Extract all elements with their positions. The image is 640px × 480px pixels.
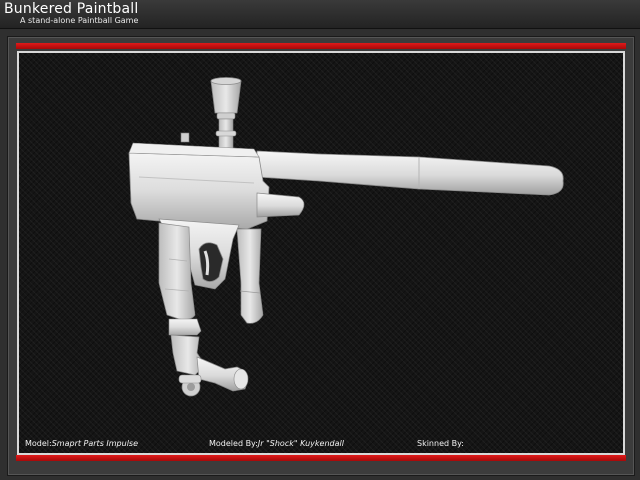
model-viewer-frame: Model:Smaprt Parts Impulse Modeled By:Jr… bbox=[7, 36, 635, 476]
modeled-by-credit: Modeled By:Jr "Shock" Kuykendall bbox=[209, 439, 344, 448]
barrel-part bbox=[256, 150, 564, 196]
model-viewport[interactable]: Model:Smaprt Parts Impulse Modeled By:Jr… bbox=[17, 51, 625, 455]
model-label: Model: bbox=[25, 439, 52, 448]
front-grip-part bbox=[236, 228, 264, 324]
modeled-by-label: Modeled By: bbox=[209, 439, 258, 448]
title-bar: Bunkered Paintball A stand-alone Paintba… bbox=[0, 0, 640, 29]
model-credits-bar: Model:Smaprt Parts Impulse Modeled By:Jr… bbox=[19, 437, 623, 451]
model-credit: Model:Smaprt Parts Impulse bbox=[25, 439, 138, 448]
grip-part bbox=[158, 222, 196, 320]
red-accent-bar-top bbox=[16, 43, 626, 49]
top-screw bbox=[180, 132, 190, 143]
model-name: Smaprt Parts Impulse bbox=[51, 439, 139, 448]
paintball-marker-model bbox=[128, 77, 564, 397]
skinned-by-label: Skinned By: bbox=[417, 439, 464, 448]
game-screen: Bunkered Paintball A stand-alone Paintba… bbox=[0, 0, 640, 480]
receiver-body-part bbox=[128, 142, 270, 230]
feed-neck-part bbox=[210, 77, 242, 150]
game-title: Bunkered Paintball bbox=[4, 1, 139, 17]
red-accent-bar-bottom bbox=[16, 455, 626, 461]
skinned-by-credit: Skinned By: bbox=[417, 439, 464, 448]
air-fitting-part bbox=[168, 318, 249, 397]
front-tube-part bbox=[256, 192, 305, 218]
game-subtitle: A stand-alone Paintball Game bbox=[20, 16, 139, 25]
modeled-by-name: Jr "Shock" Kuykendall bbox=[257, 439, 344, 448]
